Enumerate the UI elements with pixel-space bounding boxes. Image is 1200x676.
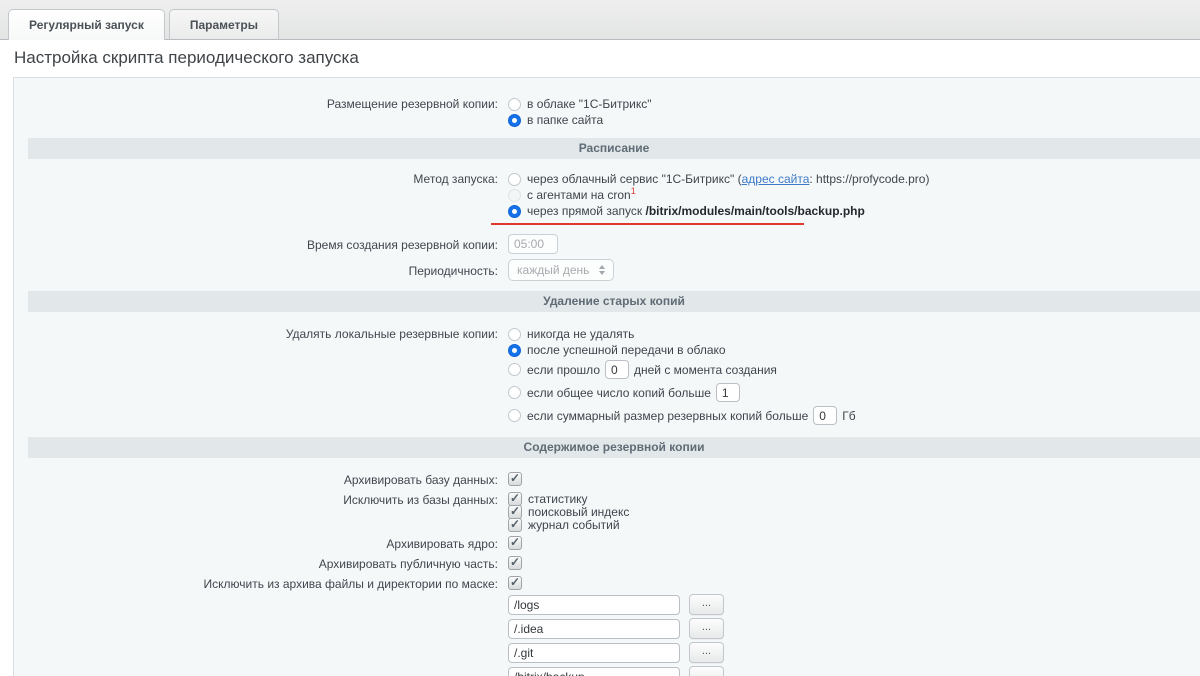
delete-count-input[interactable] <box>716 383 740 402</box>
red-underline-annotation <box>491 223 804 225</box>
section-backup-contents: Содержимое резервной копии <box>28 437 1200 458</box>
placement-label: Размещение резервной копии: <box>14 96 508 128</box>
delete-age-prefix: если прошло <box>527 363 600 377</box>
delete-never-text: никогда не удалять <box>527 327 634 341</box>
exclude-db-event-log[interactable]: журнал событий <box>508 518 1200 531</box>
delete-option-age[interactable]: если прошло дней с момента создания <box>508 358 1200 381</box>
delete-option-count[interactable]: если общее число копий больше <box>508 381 1200 404</box>
placement-folder-text: в папке сайта <box>527 113 603 127</box>
radio-placement-folder[interactable] <box>508 114 521 127</box>
exclude-event-log-text: журнал событий <box>528 518 620 532</box>
delete-option-never[interactable]: никогда не удалять <box>508 326 1200 342</box>
periodicity-select[interactable]: каждый день <box>508 259 614 281</box>
launch-cloud-text: через облачный сервис "1С-Битрикс" (адре… <box>527 172 929 186</box>
browse-button-4[interactable]: ... <box>689 666 724 676</box>
mask-row: ... <box>508 666 1200 676</box>
backup-time-label: Время создания резервной копии: <box>14 234 508 254</box>
periodicity-label: Периодичность: <box>14 259 508 281</box>
section-old-copies: Удаление старых копий <box>28 291 1200 312</box>
section-schedule: Расписание <box>28 138 1200 159</box>
backup-script-path: /bitrix/modules/main/tools/backup.php <box>645 204 864 218</box>
archive-public-label: Архивировать публичную часть: <box>14 556 508 571</box>
mask-input-4[interactable] <box>508 667 680 676</box>
delete-size-suffix: Гб <box>842 409 855 423</box>
browse-button-2[interactable]: ... <box>689 618 724 639</box>
tab-parameters[interactable]: Параметры <box>169 9 279 40</box>
archive-kernel-checkbox[interactable] <box>508 536 522 550</box>
delete-age-input[interactable] <box>605 360 629 379</box>
radio-delete-size[interactable] <box>508 409 521 422</box>
page-title: Настройка скрипта периодического запуска <box>14 48 1186 68</box>
tab-regular-run[interactable]: Регулярный запуск <box>8 9 165 40</box>
radio-launch-cron[interactable] <box>508 189 521 202</box>
exclude-db-label: Исключить из базы данных: <box>14 492 508 531</box>
launch-direct-text: через прямой запуск /bitrix/modules/main… <box>527 204 865 218</box>
radio-delete-count[interactable] <box>508 386 521 399</box>
archive-db-checkbox[interactable] <box>508 472 522 486</box>
launch-option-cron[interactable]: с агентами на cron1 <box>508 187 1200 203</box>
browse-button-3[interactable]: ... <box>689 642 724 663</box>
delete-local-label: Удалять локальные резервные копии: <box>14 326 508 427</box>
radio-delete-after-upload[interactable] <box>508 344 521 357</box>
delete-after-upload-text: после успешной передачи в облако <box>527 343 726 357</box>
tab-bar: Регулярный запуск Параметры <box>0 0 1200 40</box>
delete-age-suffix: дней с момента создания <box>634 363 777 377</box>
exclude-masks-label: Исключить из архива файлы и директории п… <box>14 576 508 676</box>
archive-db-label: Архивировать базу данных: <box>14 472 508 487</box>
cron-footnote-marker: 1 <box>631 186 636 196</box>
settings-form: Размещение резервной копии: в облаке "1С… <box>13 77 1200 676</box>
exclude-search-index-text: поисковый индекс <box>528 505 629 519</box>
mask-input-1[interactable] <box>508 595 680 615</box>
delete-option-after-upload[interactable]: после успешной передачи в облако <box>508 342 1200 358</box>
exclude-event-log-checkbox[interactable] <box>508 518 522 532</box>
archive-kernel-label: Архивировать ядро: <box>14 536 508 551</box>
radio-delete-never[interactable] <box>508 328 521 341</box>
mask-input-3[interactable] <box>508 643 680 663</box>
placement-cloud-text: в облаке "1С-Битрикс" <box>527 97 651 111</box>
periodicity-value: каждый день <box>517 263 589 277</box>
radio-launch-cloud[interactable] <box>508 173 521 186</box>
launch-method-label: Метод запуска: <box>14 171 508 225</box>
placement-option-folder[interactable]: в папке сайта <box>508 112 1200 128</box>
mask-input-2[interactable] <box>508 619 680 639</box>
delete-size-input[interactable] <box>813 406 837 425</box>
delete-count-prefix: если общее число копий больше <box>527 386 711 400</box>
exclude-masks-checkbox[interactable] <box>508 576 522 590</box>
mask-row: ... <box>508 594 1200 615</box>
delete-option-size[interactable]: если суммарный размер резервных копий бо… <box>508 404 1200 427</box>
radio-placement-cloud[interactable] <box>508 98 521 111</box>
archive-public-checkbox[interactable] <box>508 556 522 570</box>
exclude-db-search-index[interactable]: поисковый индекс <box>508 505 1200 518</box>
delete-size-prefix: если суммарный размер резервных копий бо… <box>527 409 808 423</box>
mask-row: ... <box>508 618 1200 639</box>
exclude-db-statistics[interactable]: статистику <box>508 492 1200 505</box>
launch-cron-text: с агентами на cron1 <box>527 188 636 202</box>
browse-button-1[interactable]: ... <box>689 594 724 615</box>
site-address-link[interactable]: адрес сайта <box>742 172 810 186</box>
radio-delete-age[interactable] <box>508 363 521 376</box>
title-area: Настройка скрипта периодического запуска <box>0 40 1200 77</box>
exclude-statistics-text: статистику <box>528 492 588 506</box>
launch-option-cloud[interactable]: через облачный сервис "1С-Битрикс" (адре… <box>508 171 1200 187</box>
backup-time-input[interactable] <box>508 234 558 254</box>
radio-launch-direct[interactable] <box>508 205 521 218</box>
select-arrows-icon <box>599 265 605 275</box>
mask-row: ... <box>508 642 1200 663</box>
placement-option-cloud[interactable]: в облаке "1С-Битрикс" <box>508 96 1200 112</box>
launch-option-direct[interactable]: через прямой запуск /bitrix/modules/main… <box>508 203 1200 219</box>
